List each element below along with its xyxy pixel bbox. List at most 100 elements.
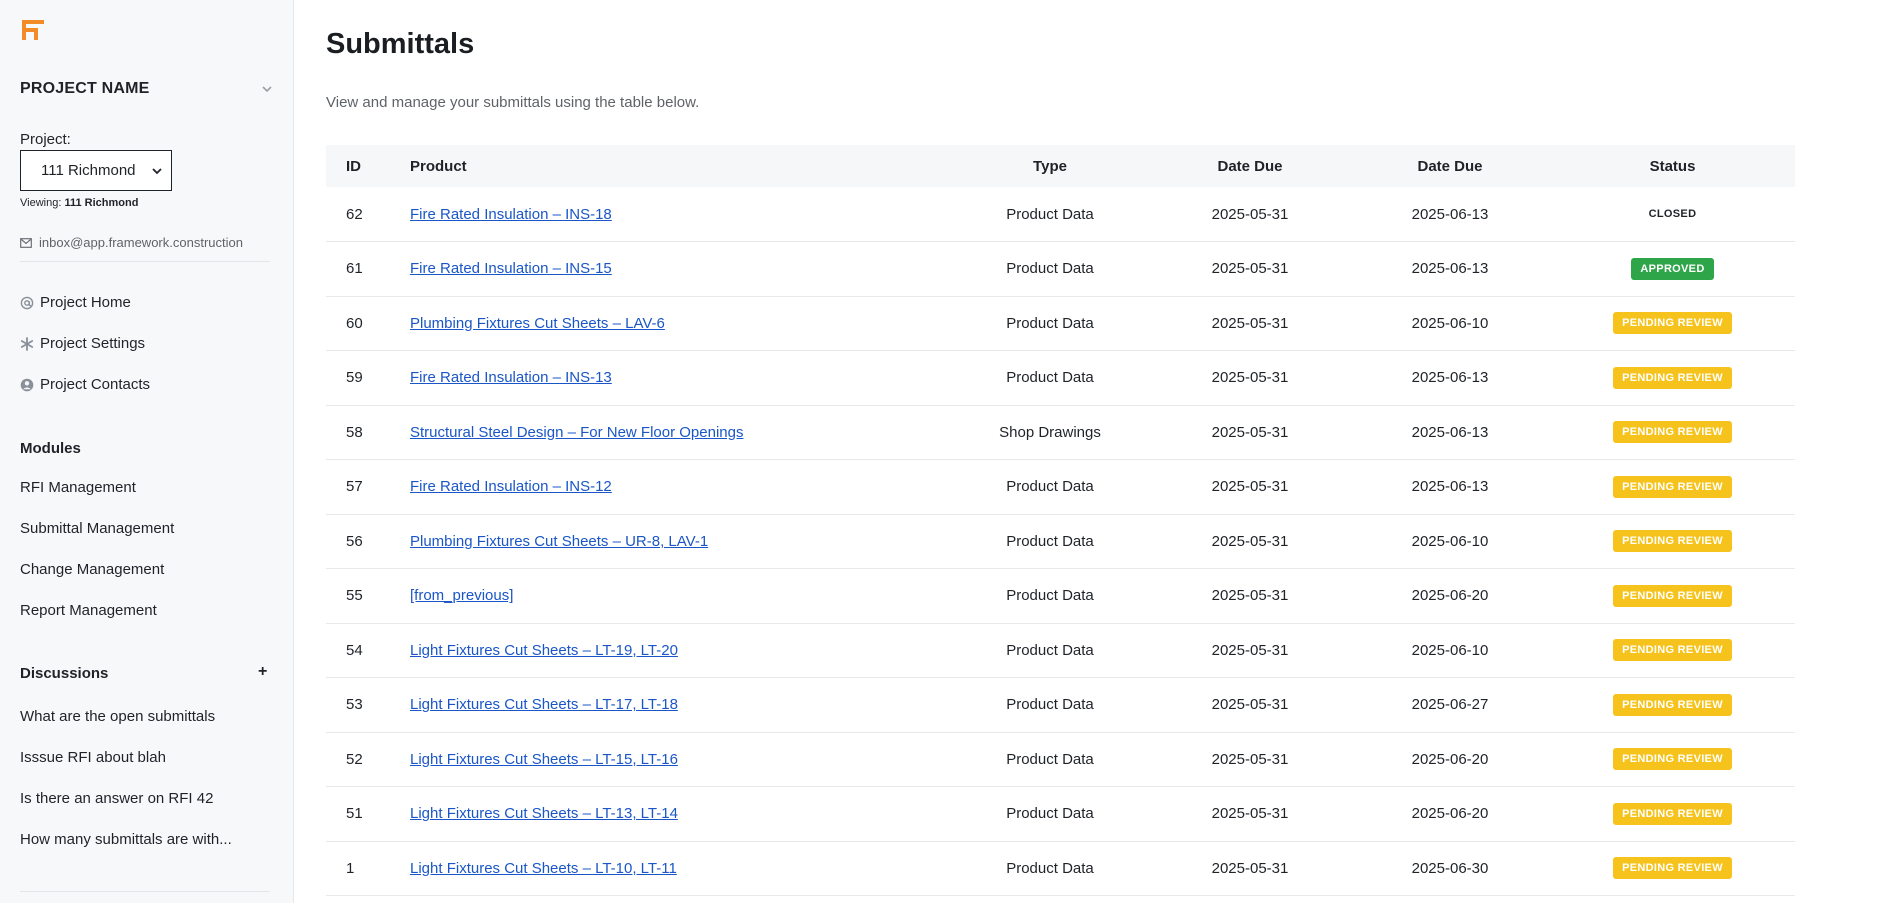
project-select-value: 111 Richmond — [41, 162, 136, 179]
status-badge: PENDING REVIEW — [1613, 530, 1732, 553]
column-header-id[interactable]: ID — [326, 145, 410, 187]
product-link[interactable]: Fire Rated Insulation – INS-12 — [410, 478, 612, 495]
cell-date-due: 2025-05-31 — [1211, 369, 1289, 387]
table-row: 52 Light Fixtures Cut Sheets – LT-15, LT-… — [326, 732, 1795, 787]
project-switcher[interactable]: PROJECT NAME — [20, 80, 274, 98]
discussion-item[interactable]: Is there an answer on RFI 42 — [20, 790, 213, 807]
discussion-item[interactable]: What are the open submittals — [20, 708, 215, 725]
status-badge: PENDING REVIEW — [1613, 857, 1732, 880]
cell-status: PENDING REVIEW — [1550, 460, 1795, 515]
cell-product: Light Fixtures Cut Sheets – LT-19, LT-20 — [410, 623, 950, 678]
product-link[interactable]: Light Fixtures Cut Sheets – LT-19, LT-20 — [410, 642, 678, 659]
product-link[interactable]: Fire Rated Insulation – INS-15 — [410, 260, 612, 277]
table-row: 55 [from_previous] Product Data 2025-05-31 2… — [326, 569, 1795, 623]
product-link[interactable]: Light Fixtures Cut Sheets – LT-17, LT-18 — [410, 696, 678, 713]
product-link[interactable]: Plumbing Fixtures Cut Sheets – UR-8, LAV… — [410, 533, 708, 550]
cell-date-due-2: 2025-06-20 — [1411, 587, 1489, 605]
viewing-value: 111 Richmond — [64, 197, 139, 209]
framework-logo-icon[interactable] — [20, 18, 46, 42]
table-row: 58 Structural Steel Design – For New Floo… — [326, 405, 1795, 460]
product-link[interactable]: Plumbing Fixtures Cut Sheets – LAV-6 — [410, 315, 665, 332]
divider — [20, 891, 270, 892]
module-change-management[interactable]: Change Management — [20, 561, 164, 578]
project-name: PROJECT NAME — [20, 80, 150, 97]
cell-date-due: 2025-05-31 — [1211, 859, 1289, 877]
cell-date-due: 2025-05-31 — [1211, 205, 1289, 223]
inbox-email-row[interactable]: inbox@app.framework.construction — [20, 235, 243, 250]
cell-date-due-2: 2025-06-13 — [1411, 369, 1489, 387]
cell-type: Product Data — [1006, 478, 1094, 496]
cell-date-due-2: 2025-06-13 — [1411, 423, 1489, 441]
cell-type: Product Data — [1006, 369, 1094, 387]
product-link[interactable]: Fire Rated Insulation – INS-18 — [410, 206, 612, 223]
column-header-date-due-2[interactable]: Date Due — [1350, 145, 1550, 187]
nav-item-project-settings[interactable]: Project Settings — [20, 335, 145, 352]
status-badge: PENDING REVIEW — [1613, 421, 1732, 444]
cell-date-due-2: 2025-06-30 — [1411, 859, 1489, 877]
product-link[interactable]: Fire Rated Insulation – INS-13 — [410, 369, 612, 386]
product-link[interactable]: Light Fixtures Cut Sheets – LT-13, LT-14 — [410, 805, 678, 822]
cell-id: 55 — [346, 587, 363, 605]
table-row: 54 Light Fixtures Cut Sheets – LT-19, LT-… — [326, 623, 1795, 678]
table-row: 1 Light Fixtures Cut Sheets – LT-10, LT-1… — [326, 841, 1795, 896]
cell-id: 51 — [346, 805, 363, 823]
select-caret-icon — [152, 168, 162, 175]
cell-product: Light Fixtures Cut Sheets – LT-10, LT-11 — [410, 841, 950, 896]
column-header-status[interactable]: Status — [1550, 145, 1795, 187]
cell-date-due-2: 2025-06-10 — [1411, 532, 1489, 550]
product-link[interactable]: Light Fixtures Cut Sheets – LT-10, LT-11 — [410, 860, 677, 877]
cell-date-due-2: 2025-06-10 — [1411, 314, 1489, 332]
table-row: 51 Light Fixtures Cut Sheets – LT-13, LT-… — [326, 787, 1795, 841]
project-select[interactable]: 111 Richmond — [20, 150, 172, 191]
module-rfi-management[interactable]: RFI Management — [20, 479, 136, 496]
chevron-down-icon[interactable] — [260, 82, 274, 96]
cell-status: PENDING REVIEW — [1550, 623, 1795, 678]
cell-product: Structural Steel Design – For New Floor … — [410, 405, 950, 460]
cell-status: PENDING REVIEW — [1550, 841, 1795, 896]
nav-item-project-home[interactable]: Project Home — [20, 294, 131, 311]
cell-type: Product Data — [1006, 260, 1094, 278]
cell-type: Shop Drawings — [999, 423, 1101, 441]
cell-status: CLOSED — [1550, 187, 1795, 242]
viewing-prefix: Viewing: — [20, 197, 62, 209]
viewing-indicator: Viewing: 111 Richmond — [20, 197, 138, 209]
at-icon — [20, 296, 34, 310]
cell-id: 54 — [346, 641, 363, 659]
cell-id: 62 — [346, 205, 363, 223]
column-header-product[interactable]: Product — [410, 145, 950, 187]
cell-date-due: 2025-05-31 — [1211, 478, 1289, 496]
discussion-item[interactable]: How many submittals are with... — [20, 831, 232, 848]
cell-date-due: 2025-05-31 — [1211, 532, 1289, 550]
nav-item-project-contacts[interactable]: Project Contacts — [20, 376, 150, 393]
column-header-date-due[interactable]: Date Due — [1150, 145, 1350, 187]
product-link[interactable]: Light Fixtures Cut Sheets – LT-15, LT-16 — [410, 751, 678, 768]
cell-product: Plumbing Fixtures Cut Sheets – LAV-6 — [410, 296, 950, 351]
cell-date-due-2: 2025-06-13 — [1411, 478, 1489, 496]
cell-id: 1 — [346, 859, 355, 877]
status-badge: PENDING REVIEW — [1613, 748, 1732, 771]
cell-status: PENDING REVIEW — [1550, 351, 1795, 406]
table-row: 60 Plumbing Fixtures Cut Sheets – LAV-6 Pr… — [326, 296, 1795, 351]
discussion-item[interactable]: Isssue RFI about blah — [20, 749, 166, 766]
cell-type: Product Data — [1006, 750, 1094, 768]
add-discussion-button[interactable]: + — [258, 663, 267, 681]
cell-type: Product Data — [1006, 805, 1094, 823]
cell-date-due: 2025-05-31 — [1211, 805, 1289, 823]
column-header-type[interactable]: Type — [950, 145, 1150, 187]
cell-status: APPROVED — [1550, 242, 1795, 297]
sidebar: PROJECT NAME Project: 111 Richmond Viewi… — [0, 0, 294, 903]
cell-date-due-2: 2025-06-20 — [1411, 805, 1489, 823]
nav-label: Project Home — [40, 294, 131, 311]
cell-product: Fire Rated Insulation – INS-18 — [410, 187, 950, 242]
cell-date-due: 2025-05-31 — [1211, 696, 1289, 714]
cell-type: Product Data — [1006, 205, 1094, 223]
product-link[interactable]: [from_previous] — [410, 587, 513, 604]
submittals-table: ID Product Type Date Due Date Due Status… — [326, 145, 1795, 896]
cell-id: 59 — [346, 369, 363, 387]
module-report-management[interactable]: Report Management — [20, 602, 157, 619]
cell-date-due: 2025-05-31 — [1211, 641, 1289, 659]
product-link[interactable]: Structural Steel Design – For New Floor … — [410, 424, 743, 441]
status-badge: PENDING REVIEW — [1613, 475, 1732, 498]
cell-id: 53 — [346, 696, 363, 714]
module-submittal-management[interactable]: Submittal Management — [20, 520, 174, 537]
